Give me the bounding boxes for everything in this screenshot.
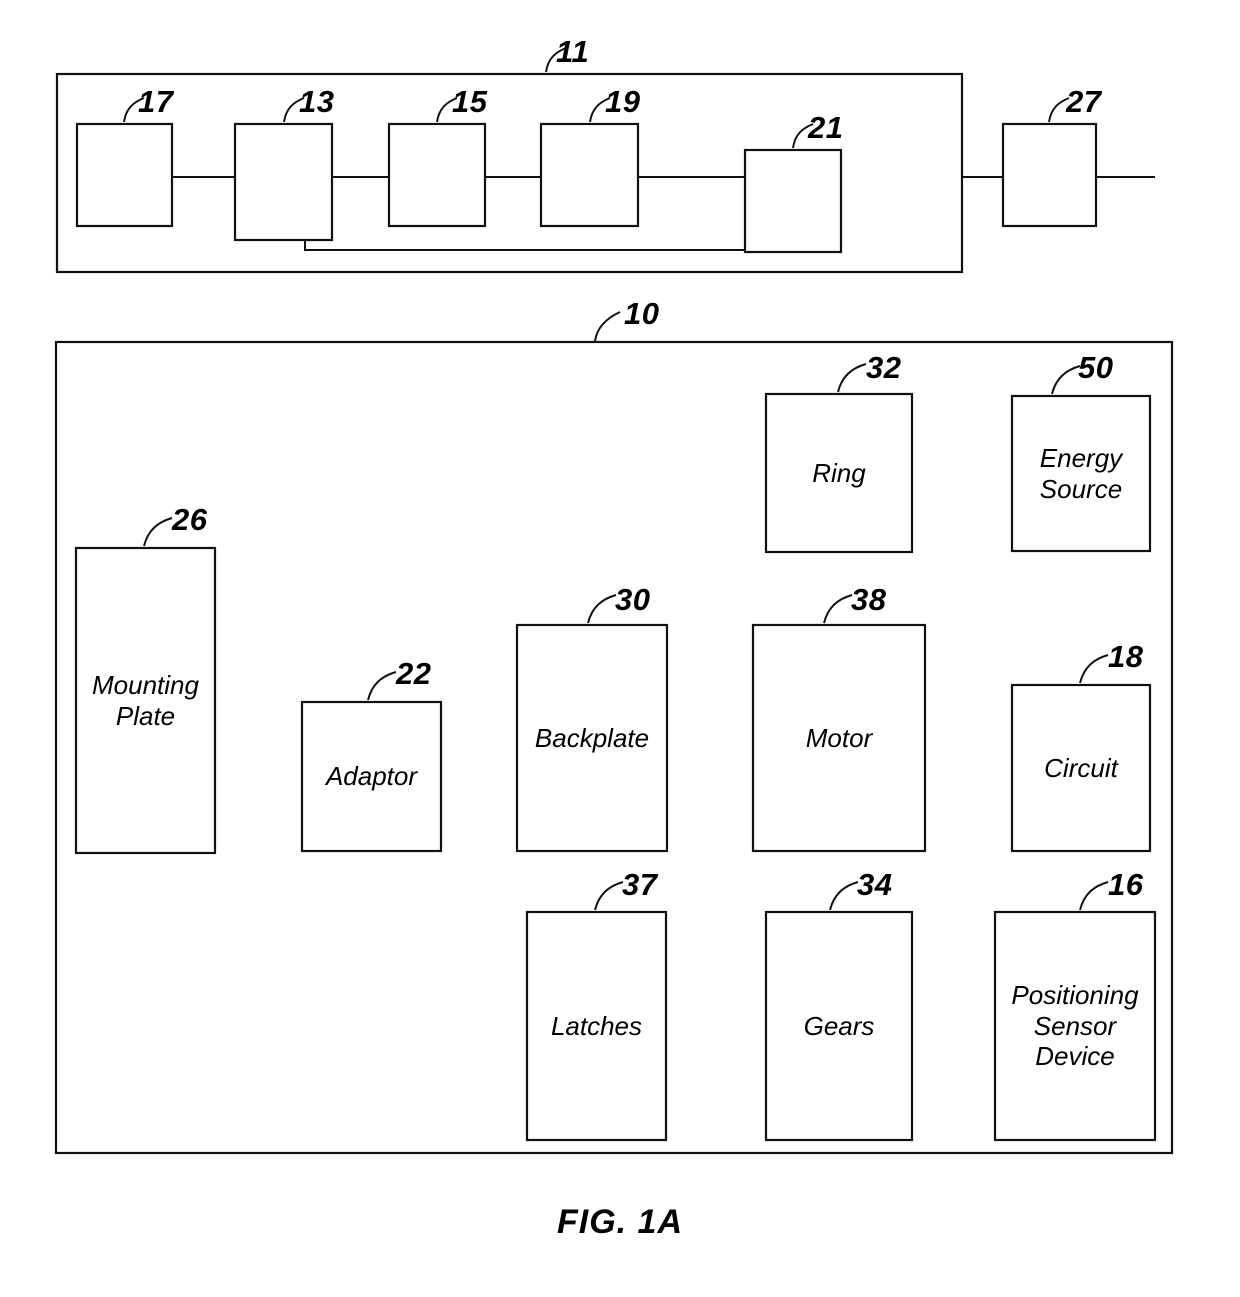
block-backplate-ref-number: 30 (615, 582, 651, 617)
block-27-ref-number: 27 (1066, 84, 1102, 119)
block-adaptor (300, 700, 443, 853)
block-gears-ref-number: 34 (857, 867, 893, 902)
block-ring (764, 392, 914, 554)
block-positioning-sensor-device-ref-number: 16 (1108, 867, 1144, 902)
block-mounting-plate (74, 546, 217, 855)
block-mounting-plate-ref-number: 26 (172, 502, 208, 537)
block-17 (75, 122, 174, 228)
block-energy-source-ref-number: 50 (1078, 350, 1114, 385)
block-latches (525, 910, 668, 1142)
block-ring-ref-number: 32 (866, 350, 902, 385)
block-21-ref-number: 21 (808, 110, 844, 145)
block-energy-source (1010, 394, 1152, 553)
block-13-ref-number: 13 (299, 84, 335, 119)
block-27 (1001, 122, 1098, 228)
block-21 (743, 148, 843, 254)
patent-figure-1a: 11 17 13 15 19 21 27 10 32 Ring 50 Energy Source 26 M… (0, 0, 1240, 1297)
block-19-ref-number: 19 (605, 84, 641, 119)
block-backplate (515, 623, 669, 853)
block-15-ref-number: 15 (452, 84, 488, 119)
lower-assembly-ref-number: 10 (624, 296, 660, 331)
block-motor-ref-number: 38 (851, 582, 887, 617)
top-assembly-ref-number: 11 (556, 34, 590, 69)
lower-assembly-ref-leader (594, 311, 621, 342)
block-adaptor-ref-number: 22 (396, 656, 432, 691)
block-gears (764, 910, 914, 1142)
block-13 (233, 122, 334, 242)
block-circuit-ref-number: 18 (1108, 639, 1144, 674)
block-19 (539, 122, 640, 228)
block-motor (751, 623, 927, 853)
block-positioning-sensor-device (993, 910, 1157, 1142)
diagram-vector-layer (54, 47, 1174, 1155)
block-circuit (1010, 683, 1152, 853)
block-17-ref-number: 17 (138, 84, 174, 119)
block-15 (387, 122, 487, 228)
figure-caption: FIG. 1A (556, 1203, 684, 1241)
block-latches-ref-number: 37 (622, 867, 658, 902)
